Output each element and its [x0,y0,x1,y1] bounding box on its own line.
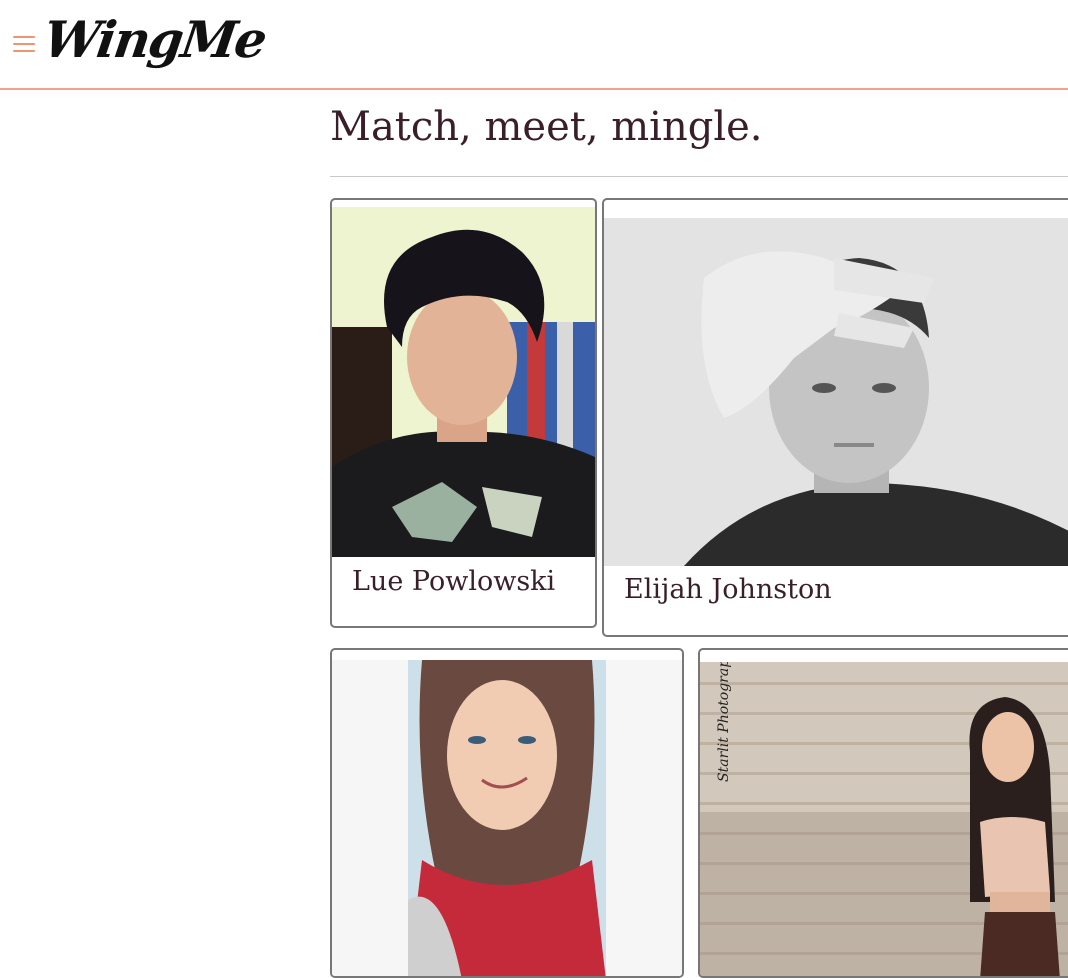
profile-card[interactable] [330,648,684,978]
menu-bar-line [13,50,35,52]
menu-bar-line [13,36,35,38]
profile-name: Elijah Johnston [624,574,832,605]
profile-card-elijah-johnston[interactable]: Elijah Johnston [602,198,1068,637]
menu-bar-line [13,43,35,45]
top-navbar: WingMe [0,0,1068,90]
profile-photo [604,218,1068,566]
app-logo[interactable]: WingMe [40,8,270,72]
profile-photo: Starlit Photography [700,662,1068,976]
photo-watermark: Starlit Photography [716,662,732,782]
profile-photo [332,660,682,976]
profile-card-lue-powlowski[interactable]: Lue Powlowski [330,198,597,628]
page-heading: Match, meet, mingle. [330,104,763,150]
hamburger-menu-icon[interactable] [13,35,35,53]
heading-divider [330,176,1068,177]
profile-card[interactable]: Starlit Photography [698,648,1068,978]
profile-photo [332,207,595,557]
profile-name: Lue Powlowski [352,566,556,597]
